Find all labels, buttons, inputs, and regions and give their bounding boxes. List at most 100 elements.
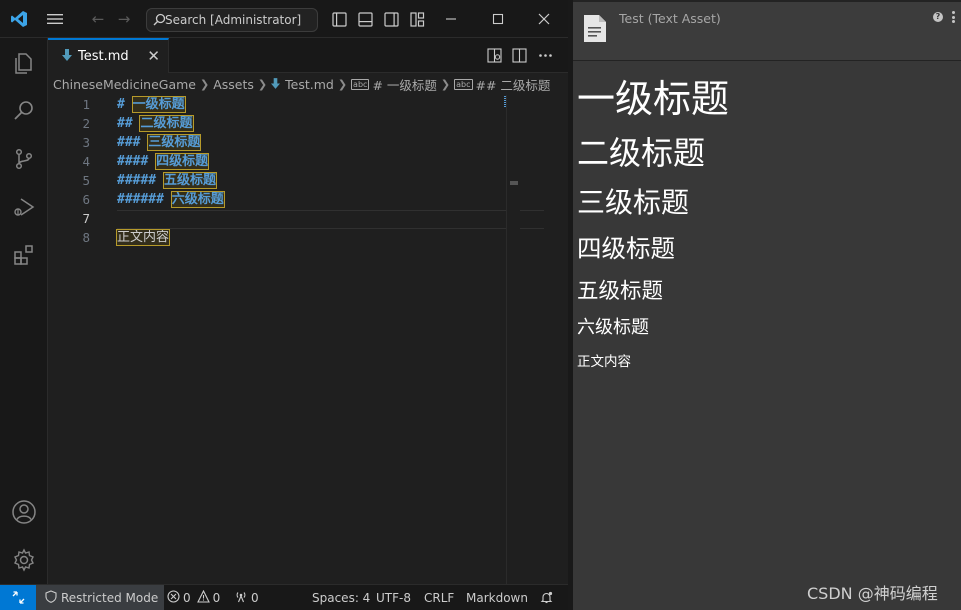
inspector-panel: Test (Text Asset) ? 一级标题 二级标题 三级标题 四级标题 … <box>573 0 961 610</box>
breadcrumb-item-file[interactable]: Test.md <box>285 77 334 92</box>
activity-bar <box>0 38 48 584</box>
chevron-right-icon: ❯ <box>440 77 451 91</box>
maximize-icon[interactable] <box>490 11 506 27</box>
markdown-file-icon <box>62 49 72 64</box>
markdown-file-icon <box>271 77 281 92</box>
encoding-indicator[interactable]: UTF-8 <box>376 585 411 610</box>
code-line[interactable]: 2 ## 二级标题 <box>48 114 548 133</box>
ports-indicator[interactable]: 0 <box>234 585 259 610</box>
scrollbar-thumb[interactable] <box>510 181 518 185</box>
breadcrumb: ChineseMedicineGame ❯ Assets ❯ Test.md ❯… <box>48 73 554 95</box>
preview-h5: 五级标题 <box>577 279 664 304</box>
toggle-secondary-sidebar-icon[interactable] <box>383 11 399 27</box>
line-text: #### 四级标题 <box>117 152 210 171</box>
string-symbol-icon: abc <box>351 78 370 90</box>
editor-tabs: Test.md ✕ <box>48 38 568 73</box>
manage-gear-icon[interactable] <box>0 536 48 584</box>
command-center-search[interactable]: Search [Administrator] <box>146 8 318 32</box>
breadcrumb-item-folder[interactable]: ChineseMedicineGame <box>53 77 196 92</box>
language-mode-indicator[interactable]: Markdown <box>466 585 528 610</box>
string-symbol-icon: abc <box>454 78 473 90</box>
notifications-bell-icon[interactable] <box>540 585 553 610</box>
extensions-icon[interactable] <box>0 231 48 279</box>
customize-layout-icon[interactable] <box>409 11 425 27</box>
source-control-icon[interactable] <box>0 135 48 183</box>
restricted-mode-indicator[interactable]: Restricted Mode <box>36 585 165 610</box>
breadcrumb-item-h1[interactable]: # 一级标题 <box>372 75 436 94</box>
more-actions-icon[interactable] <box>536 46 554 64</box>
heading-text: 二级标题 <box>139 115 194 132</box>
heading-marker: #### <box>117 154 157 169</box>
preview-h4: 四级标题 <box>577 234 675 263</box>
line-number: 3 <box>82 135 90 150</box>
preview-h3: 三级标题 <box>577 186 690 219</box>
problems-indicator[interactable]: 0 0 <box>167 585 220 610</box>
inspector-header: Test (Text Asset) ? <box>573 0 961 61</box>
heading-marker: ###### <box>117 192 172 207</box>
code-line[interactable]: 4 #### 四级标题 <box>48 152 548 171</box>
line-number: 8 <box>82 230 90 245</box>
code-line[interactable]: 7 <box>48 209 548 228</box>
line-text: ## 二级标题 <box>117 114 194 133</box>
title-bar: ← → Search [Administrator] <box>0 0 568 38</box>
close-tab-icon[interactable]: ✕ <box>147 47 160 65</box>
line-text: ###### 六级标题 <box>117 190 225 209</box>
minimize-icon[interactable] <box>443 11 459 27</box>
indentation-indicator[interactable]: Spaces: 4 <box>312 585 370 610</box>
heading-text: 五级标题 <box>162 172 217 189</box>
heading-marker: ##### <box>117 173 164 188</box>
toggle-primary-sidebar-icon[interactable] <box>331 11 347 27</box>
open-preview-to-side-icon[interactable] <box>485 46 503 64</box>
line-text: ### 三级标题 <box>117 133 202 152</box>
eol-indicator[interactable]: CRLF <box>424 585 454 610</box>
split-editor-icon[interactable] <box>510 46 528 64</box>
broadcast-icon <box>234 590 248 606</box>
breadcrumb-item-assets[interactable]: Assets <box>213 77 254 92</box>
editor-scrollbar[interactable] <box>506 95 520 584</box>
line-number: 7 <box>82 211 90 226</box>
code-line[interactable]: 8 正文内容 <box>48 228 548 247</box>
context-menu-icon[interactable] <box>952 11 955 23</box>
error-icon <box>167 589 180 606</box>
code-editor[interactable]: 1 # 一级标题 2 ## 二级标题 3 ### 三级标题 4 #### 四级标题 5 #####… <box>48 95 554 584</box>
accounts-icon[interactable] <box>0 488 48 536</box>
toggle-panel-icon[interactable] <box>357 11 373 27</box>
heading-text: 三级标题 <box>147 134 202 151</box>
search-text: Search [Administrator] <box>165 13 302 27</box>
heading-text: 四级标题 <box>155 153 210 170</box>
code-line[interactable]: 6 ###### 六级标题 <box>48 190 548 209</box>
restricted-mode-label: Restricted Mode <box>61 590 159 605</box>
breadcrumb-item-h2[interactable]: ## 二级标题 <box>476 75 551 94</box>
heading-text: 六级标题 <box>170 191 225 208</box>
line-number: 1 <box>82 97 90 112</box>
tab-test-md[interactable]: Test.md ✕ <box>48 38 169 73</box>
search-icon <box>153 13 166 29</box>
menu-icon[interactable] <box>45 10 65 28</box>
watermark: CSDN @神码编程 <box>807 584 938 603</box>
code-line[interactable]: 1 # 一级标题 <box>48 95 548 114</box>
warning-icon <box>196 589 210 606</box>
line-number: 2 <box>82 116 90 131</box>
search-view-icon[interactable] <box>0 87 48 135</box>
preview-body: 正文内容 <box>577 354 631 370</box>
error-count: 0 <box>183 590 191 605</box>
heading-text: 一级标题 <box>131 96 186 113</box>
code-line[interactable]: 3 ### 三级标题 <box>48 133 548 152</box>
run-and-debug-icon[interactable] <box>0 183 48 231</box>
heading-marker: ## <box>117 116 141 131</box>
warning-count: 0 <box>212 590 221 605</box>
back-arrow-icon[interactable]: ← <box>89 10 107 28</box>
explorer-icon[interactable] <box>0 39 48 87</box>
line-number: 4 <box>82 154 90 169</box>
text-asset-icon <box>584 15 606 42</box>
preview-h2: 二级标题 <box>577 134 706 172</box>
ports-count: 0 <box>251 590 259 605</box>
code-line[interactable]: 5 ##### 五级标题 <box>48 171 548 190</box>
forward-arrow-icon[interactable]: → <box>115 10 133 28</box>
remote-indicator-icon[interactable] <box>0 585 36 610</box>
heading-marker: # <box>117 97 133 112</box>
close-window-icon[interactable] <box>536 11 552 27</box>
vscode-window: ← → Search [Administrator] Test.md ✕ Chi… <box>0 0 568 610</box>
heading-marker: ### <box>117 135 149 150</box>
help-icon[interactable]: ? <box>933 12 943 22</box>
